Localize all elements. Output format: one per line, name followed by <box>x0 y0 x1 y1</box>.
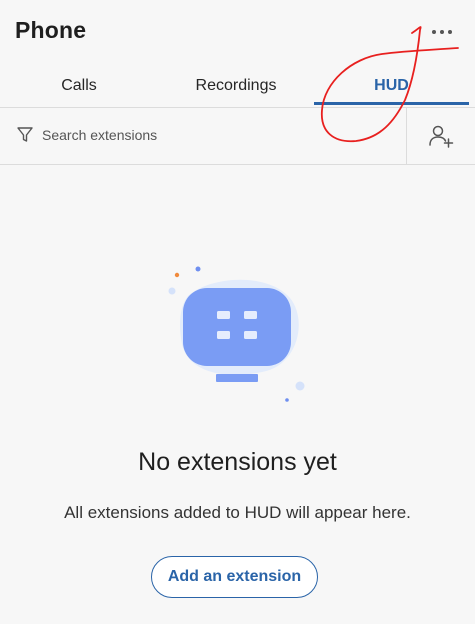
tab-recordings[interactable]: Recordings <box>158 66 314 106</box>
monitor-illustration-icon <box>168 266 305 402</box>
page-title: Phone <box>15 17 87 43</box>
empty-state-title: No extensions yet <box>138 448 337 476</box>
empty-state-subtitle: All extensions added to HUD will appear … <box>64 503 411 522</box>
tab-hud[interactable]: HUD <box>314 66 469 106</box>
filter-icon[interactable] <box>16 126 34 144</box>
more-horizontal-icon <box>432 30 452 34</box>
more-options-button[interactable] <box>425 22 459 42</box>
active-tab-indicator <box>314 102 469 105</box>
add-user-icon <box>429 125 454 148</box>
add-user-button[interactable] <box>407 108 475 164</box>
search-input[interactable] <box>42 120 392 150</box>
tab-calls[interactable]: Calls <box>0 66 158 106</box>
header: Phone <box>0 0 475 66</box>
add-extension-button[interactable]: Add an extension <box>151 556 318 598</box>
